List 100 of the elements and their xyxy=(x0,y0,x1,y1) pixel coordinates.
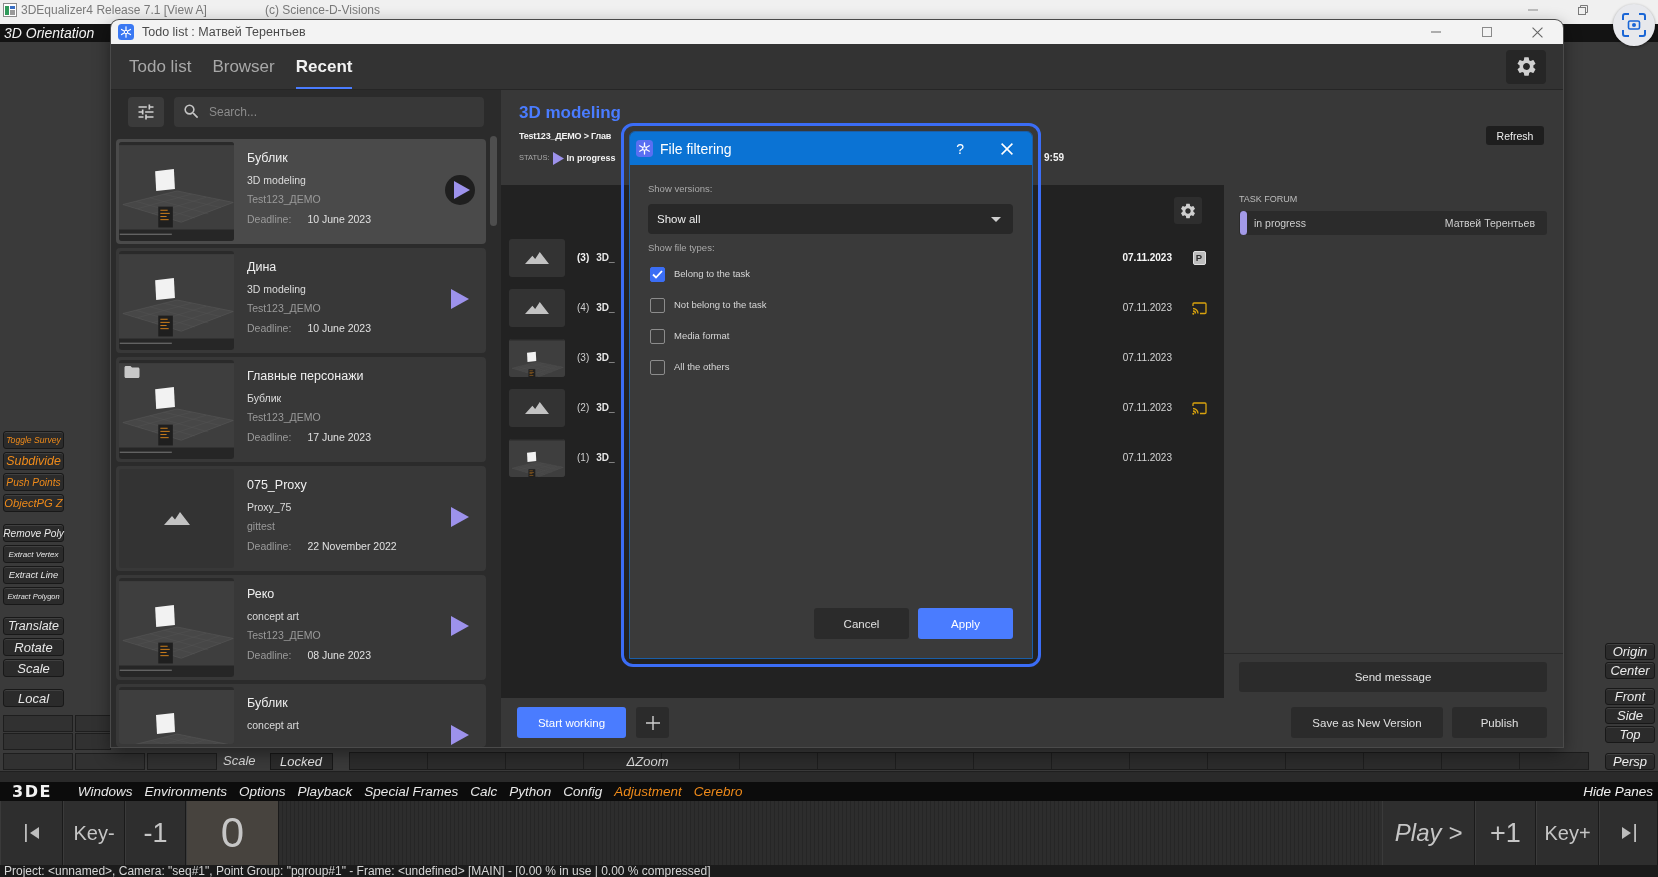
file-date: 07.11.2023 xyxy=(1122,352,1172,364)
add-button[interactable] xyxy=(636,707,669,738)
tool-button[interactable]: Remove Poly xyxy=(3,524,64,542)
timeline-button[interactable]: Key- xyxy=(63,801,125,865)
play-button[interactable] xyxy=(451,616,469,636)
copyright-text: (c) Science-D-Visions xyxy=(264,3,381,17)
play-button[interactable] xyxy=(445,175,475,205)
checkbox[interactable] xyxy=(650,328,665,344)
status-text: Project: <unnamed>, Camera: "seq#1", Point Group: "pgroup#1" - Frame: <undefined> [MAIN] - [0.00 % in use | 0.00 % compressed] xyxy=(0,865,1658,877)
task-card[interactable]: Дина 3D modeling Test123_ДЕМО Deadline: 10 June 2023 xyxy=(116,248,486,353)
menu-item[interactable]: 3D Orientation xyxy=(4,25,95,41)
send-message-button[interactable]: Send message xyxy=(1239,662,1547,692)
timeline-button[interactable]: Key+ xyxy=(1536,801,1599,865)
tool-button[interactable]: ObjectPG Z xyxy=(3,494,64,512)
tool-button[interactable]: Push Points xyxy=(3,473,64,491)
publish-button[interactable]: Publish xyxy=(1452,707,1547,738)
tab[interactable]: Browser xyxy=(212,44,275,89)
deadline-label: Deadline: xyxy=(247,321,292,336)
menu-item[interactable]: Adjustment xyxy=(614,783,682,800)
close-icon[interactable] xyxy=(1532,26,1543,38)
scrollbar-thumb[interactable] xyxy=(490,136,497,226)
view-button[interactable]: Front xyxy=(1605,688,1655,705)
version-number: (3) xyxy=(577,252,590,264)
start-working-button[interactable]: Start working xyxy=(517,707,626,738)
frame-field[interactable]: 0 xyxy=(186,801,279,865)
filter-button[interactable] xyxy=(128,97,164,127)
restore-icon[interactable] xyxy=(1578,5,1588,15)
checkbox-label: All the others xyxy=(674,361,730,373)
skip-forward-icon xyxy=(1621,824,1636,842)
play-icon xyxy=(453,181,470,199)
status-icon xyxy=(552,151,564,165)
menu-item[interactable]: Calc xyxy=(470,783,498,800)
cast-icon xyxy=(1191,401,1207,415)
save-version-button[interactable]: Save as New Version xyxy=(1291,707,1443,738)
menu-item[interactable]: Options xyxy=(239,783,286,800)
apply-button[interactable]: Apply xyxy=(918,608,1013,639)
app-icon xyxy=(3,3,17,17)
menu-item[interactable]: Environments xyxy=(144,783,228,800)
card-task: 3D modeling xyxy=(247,282,307,297)
play-button[interactable] xyxy=(451,507,469,527)
menu-item[interactable]: Special Frames xyxy=(364,783,459,800)
view-button[interactable]: Center xyxy=(1605,662,1655,679)
help-button[interactable]: ? xyxy=(956,140,964,157)
view-button[interactable]: Top xyxy=(1605,726,1655,743)
mountain-icon xyxy=(525,252,549,264)
go-to-end-button[interactable] xyxy=(1599,801,1658,865)
zoom-bar[interactable]: ΔZoom xyxy=(348,752,1589,770)
refresh-button[interactable]: Refresh xyxy=(1486,126,1544,145)
play-button[interactable] xyxy=(451,289,469,309)
timeline-button[interactable]: +1 xyxy=(1475,801,1536,865)
versions-dropdown[interactable]: Show all xyxy=(648,204,1013,234)
view-button[interactable]: Origin xyxy=(1605,643,1655,660)
status-stripe xyxy=(1240,211,1247,235)
tab[interactable]: Todo list xyxy=(129,44,192,89)
forum-message[interactable]: in progress Матвей Терентьев xyxy=(1239,211,1547,235)
go-to-start-button[interactable] xyxy=(0,801,63,865)
menu-item[interactable]: Windows xyxy=(77,783,133,800)
tool-button[interactable]: Extract Line xyxy=(3,566,64,584)
plus-icon xyxy=(645,715,660,730)
task-card[interactable]: 075_Proxy Proxy_75 gittest Deadline: 22 November 2022 xyxy=(116,466,486,571)
tool-button[interactable]: Extract Vertex xyxy=(3,545,64,563)
card-project: Test123_ДЕМО xyxy=(247,628,322,643)
message-author: Матвей Терентьев xyxy=(1444,216,1535,230)
task-card[interactable]: Бублик 3D modeling Test123_ДЕМО Deadline: 10 June 2023 xyxy=(116,139,486,244)
task-card[interactable]: Реко concept art Test123_ДЕМО Deadline: 08 June 2023 xyxy=(116,575,486,680)
checkbox[interactable] xyxy=(650,266,665,282)
menu-item[interactable]: Cerebro xyxy=(693,783,743,800)
menu-item[interactable]: Config xyxy=(563,783,603,800)
tool-button[interactable]: Local xyxy=(3,689,64,707)
deadline-date: 10 June 2023 xyxy=(307,321,372,336)
play-button[interactable] xyxy=(451,725,469,745)
settings-button[interactable] xyxy=(1174,197,1202,224)
menu-item[interactable]: Python xyxy=(509,783,552,800)
checkbox[interactable] xyxy=(650,297,665,313)
deadline-date: 08 June 2023 xyxy=(307,648,372,663)
tool-button[interactable]: Toggle Survey xyxy=(3,431,64,449)
tool-button[interactable]: Scale xyxy=(3,659,64,677)
tool-button[interactable]: Subdivide xyxy=(3,452,64,470)
tool-button[interactable]: Translate xyxy=(3,617,64,635)
card-project: Test123_ДЕМО xyxy=(247,301,322,316)
search-field[interactable]: Search... xyxy=(174,97,484,127)
settings-button[interactable] xyxy=(1506,49,1546,84)
task-card[interactable]: Главные персонажи Бублик Test123_ДЕМО Deadline: 17 June 2023 xyxy=(116,357,486,462)
tool-button[interactable]: Rotate xyxy=(3,638,64,656)
task-card[interactable]: Бублик concept art xyxy=(116,684,486,747)
maximize-icon[interactable] xyxy=(1481,27,1492,37)
file-name: 3D_ xyxy=(596,302,615,314)
view-button[interactable]: Side xyxy=(1605,707,1655,724)
checkbox[interactable] xyxy=(650,359,665,375)
search-icon xyxy=(182,102,201,121)
menu-item[interactable]: Playback xyxy=(297,783,353,800)
play-button[interactable]: Play > xyxy=(1382,801,1475,865)
empty-slot xyxy=(3,733,73,750)
view-button[interactable]: Persp xyxy=(1605,752,1655,770)
card-title: Бублик xyxy=(247,695,289,712)
menu-item[interactable]: Hide Panes xyxy=(1583,783,1653,800)
lock-toggle[interactable]: Locked xyxy=(269,752,333,770)
cancel-button[interactable]: Cancel xyxy=(814,608,909,639)
timeline-button[interactable]: -1 xyxy=(125,801,186,865)
card-title: Дина xyxy=(247,259,278,276)
